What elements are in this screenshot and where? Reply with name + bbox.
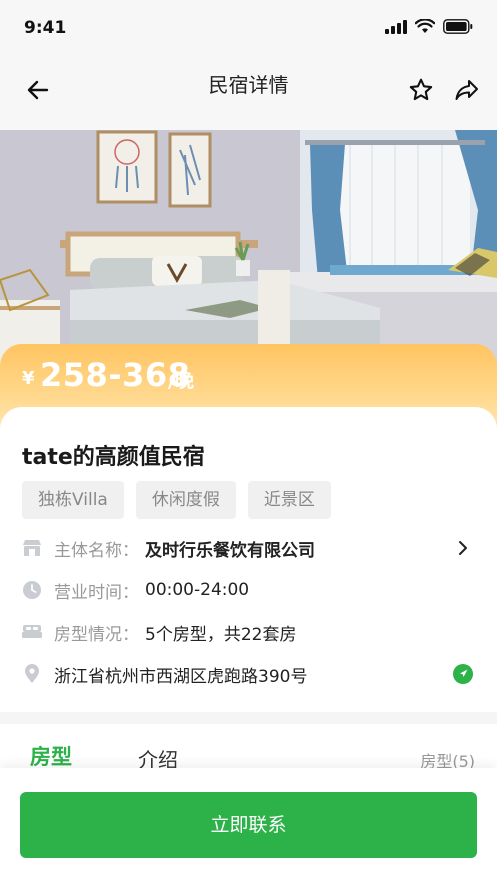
store-icon xyxy=(22,538,42,558)
hours-value: 00:00-24:00 xyxy=(145,580,250,600)
location-pin-icon xyxy=(22,664,42,684)
hero-photo xyxy=(0,130,497,380)
tag-item: 独栋Villa xyxy=(22,481,124,519)
status-time: 9:41 xyxy=(24,18,67,38)
favorite-button[interactable] xyxy=(405,74,437,106)
status-bar: 9:41 xyxy=(0,0,497,58)
tag-list: 独栋Villa 休闲度假 近景区 xyxy=(22,481,331,519)
bedroom-image xyxy=(0,130,497,380)
tag-item: 近景区 xyxy=(247,481,331,519)
price-unit: /晚 xyxy=(168,370,194,392)
tag-item: 休闲度假 xyxy=(135,481,236,519)
contact-button[interactable]: 立即联系 xyxy=(20,792,477,858)
star-icon xyxy=(409,78,433,101)
wifi-icon xyxy=(415,19,435,33)
bed-icon xyxy=(22,622,42,642)
entity-row[interactable]: 主体名称： 及时行乐餐饮有限公司 xyxy=(22,533,475,563)
navigate-icon[interactable] xyxy=(451,662,475,686)
address-row[interactable]: 浙江省杭州市西湖区虎跑路390号 xyxy=(22,659,475,689)
clock-icon xyxy=(22,580,42,600)
tab-room-types[interactable]: 房型 xyxy=(30,741,72,771)
nav-bar: 民宿详情 xyxy=(0,58,497,130)
entity-value: 及时行乐餐饮有限公司 xyxy=(145,540,315,561)
hours-row: 营业时间： 00:00-24:00 xyxy=(22,575,475,605)
info-card: tate的高颜值民宿 独栋Villa 休闲度假 近景区 主体名称： 及时行乐餐饮… xyxy=(0,407,497,712)
status-icons xyxy=(385,19,473,34)
property-name: tate的高颜值民宿 xyxy=(22,445,205,470)
section-divider xyxy=(0,712,497,724)
entity-label: 主体名称： xyxy=(54,540,139,561)
share-icon xyxy=(455,80,478,100)
rooms-label: 房型情况： xyxy=(54,624,139,645)
rooms-value: 5个房型，共22套房 xyxy=(145,624,297,645)
chevron-right-icon[interactable] xyxy=(451,536,475,560)
battery-icon xyxy=(443,19,473,34)
signal-icon xyxy=(385,19,407,34)
hours-label: 营业时间： xyxy=(54,582,139,603)
address-text: 浙江省杭州市西湖区虎跑路390号 xyxy=(54,666,308,687)
bottom-action-bar: 立即联系 xyxy=(0,768,497,883)
share-button[interactable] xyxy=(451,74,483,106)
rooms-row: 房型情况： 5个房型，共22套房 xyxy=(22,617,475,647)
currency-symbol: ¥ xyxy=(22,368,35,389)
